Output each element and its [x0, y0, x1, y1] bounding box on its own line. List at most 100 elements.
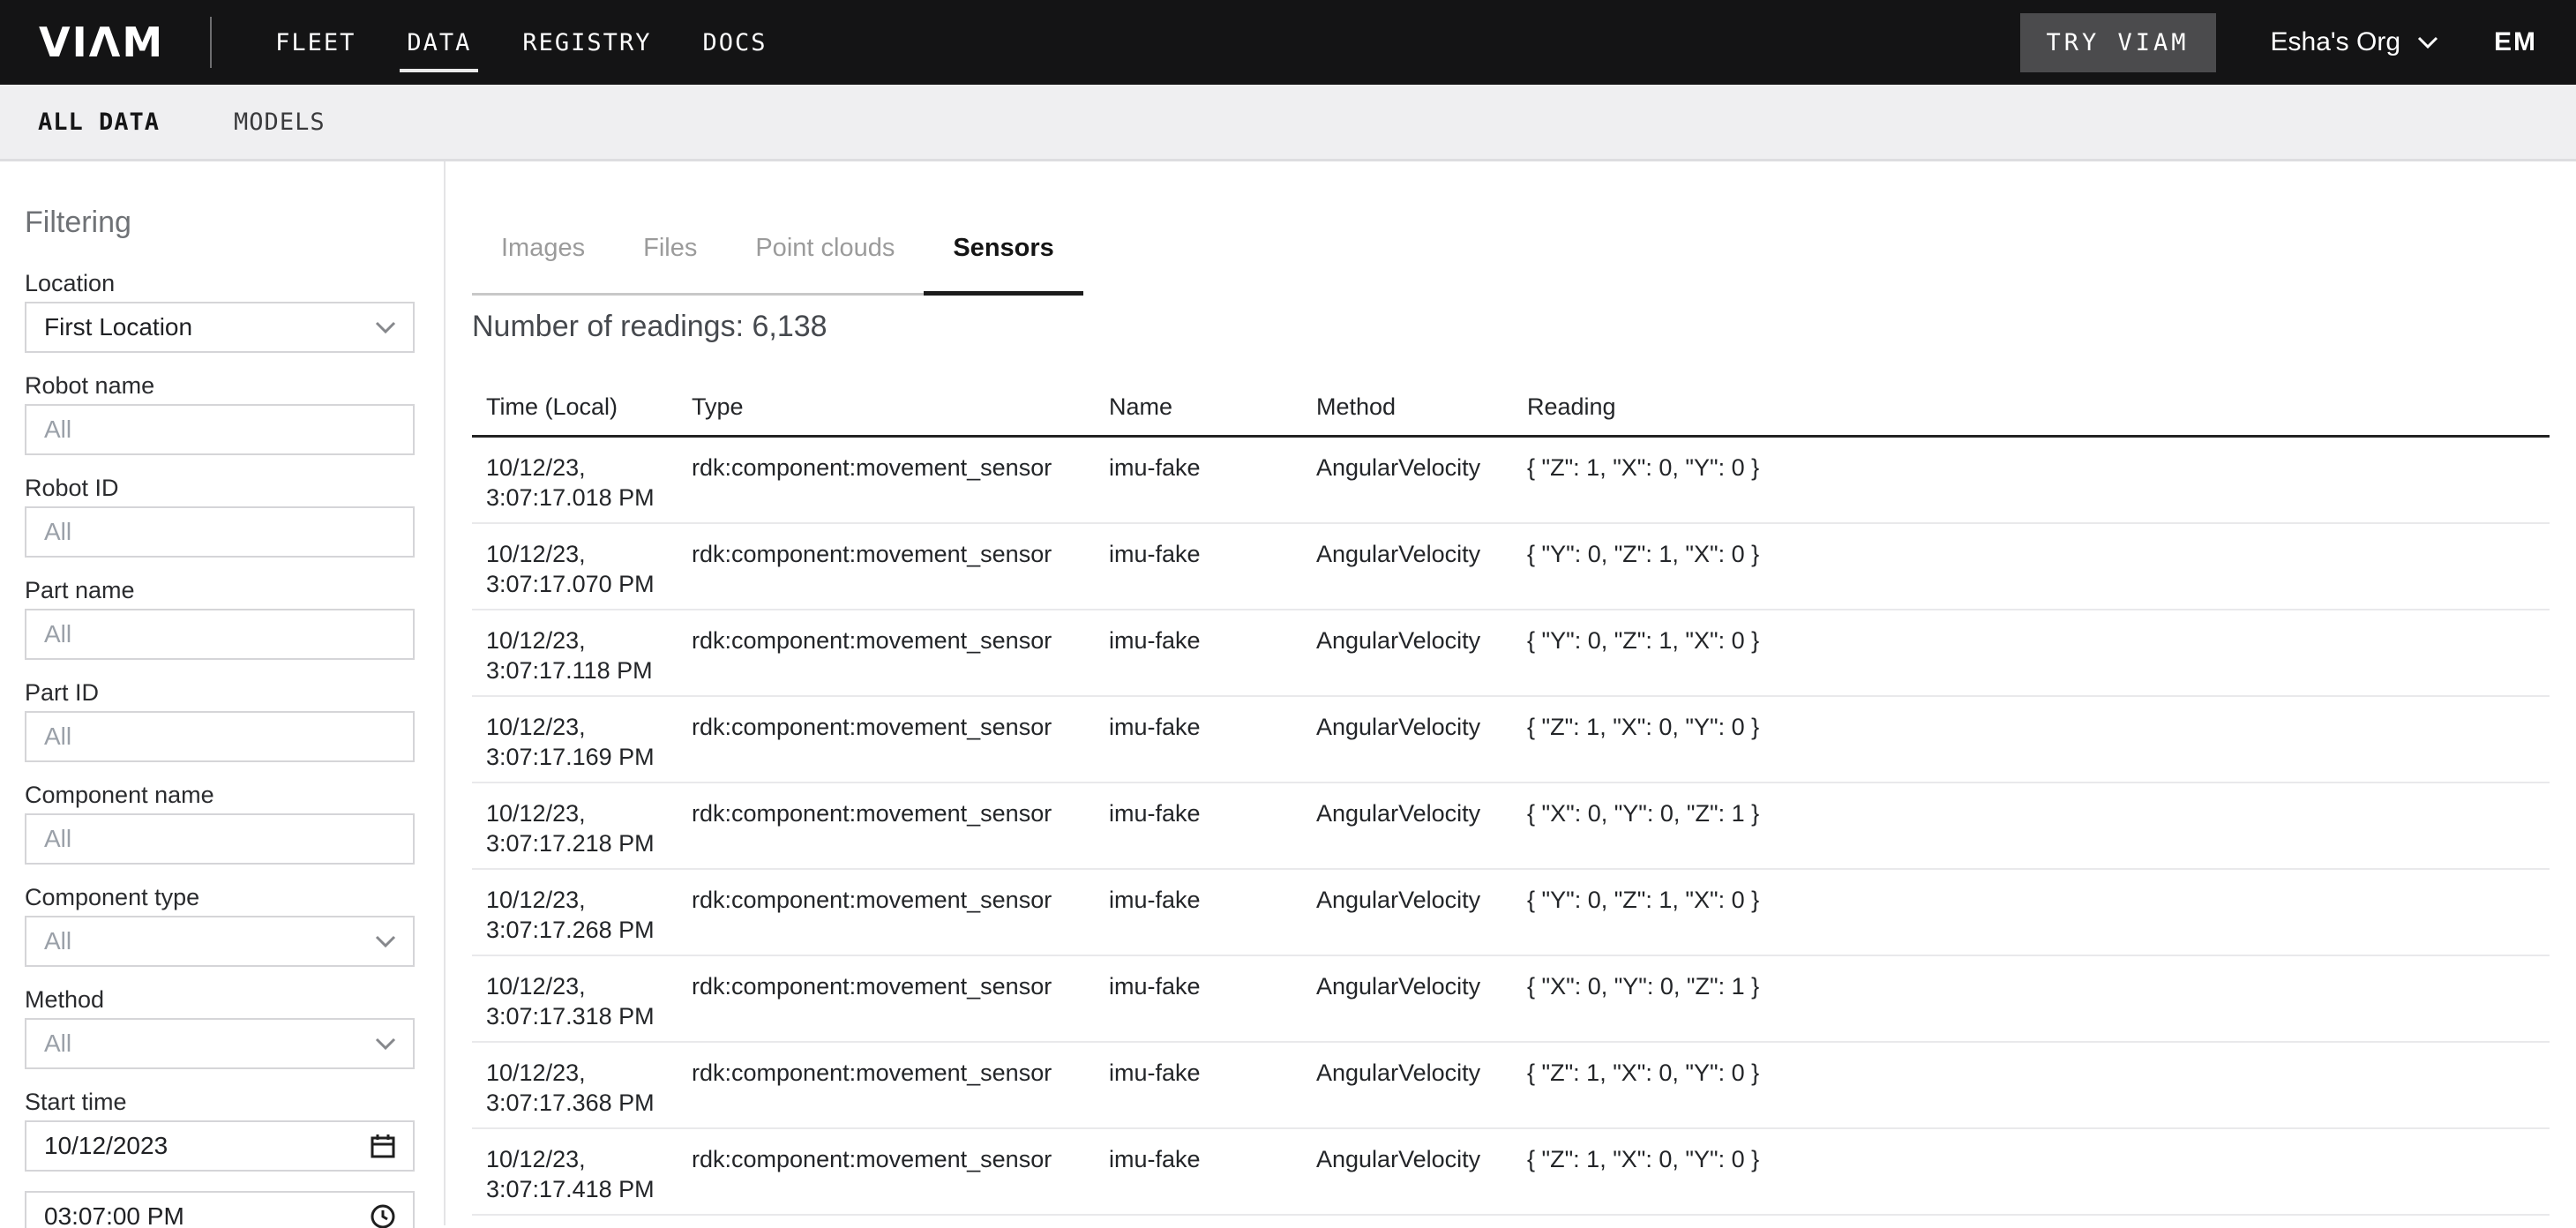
cell-reading: { "X": 0, "Y": 0, "Z": 1 } [1527, 971, 2550, 1041]
table-column-header: Time (Local) [472, 393, 692, 421]
org-switcher[interactable]: Esha's Org [2271, 27, 2439, 57]
main-layout: Filtering Location First Location Robot … [0, 161, 2576, 1225]
data-type-tab[interactable]: Files [614, 234, 726, 293]
cell-type: rdk:component:movement_sensor [692, 539, 1109, 609]
filter-field: Robot name [25, 372, 415, 455]
filter-field-label: Start time [25, 1089, 415, 1115]
cell-name: imu-fake [1109, 625, 1316, 695]
cell-time: 10/12/23, 3:07:17.218 PM [472, 798, 692, 868]
table-row: 10/12/23, 3:07:17.268 PM rdk:component:m… [472, 870, 2550, 956]
cell-method: AngularVelocity [1316, 798, 1527, 868]
nav-link[interactable]: FLEET [275, 29, 356, 56]
filter-select[interactable]: First Location [25, 302, 415, 353]
cell-name: imu-fake [1109, 1058, 1316, 1127]
cell-reading: { "Z": 1, "X": 0, "Y": 0 } [1527, 712, 2550, 782]
table-row: 10/12/23, 3:07:17.018 PM rdk:component:m… [472, 438, 2550, 524]
filter-field: Part name [25, 577, 415, 660]
filter-field: 03:07:00 PM [25, 1191, 415, 1228]
filter-text-input[interactable] [25, 506, 415, 558]
try-viam-button[interactable]: TRY VIAM [2020, 13, 2216, 72]
data-type-tabs: ImagesFilesPoint cloudsSensors [472, 234, 1083, 296]
filter-select-value: All [44, 927, 71, 955]
cell-type: rdk:component:movement_sensor [692, 971, 1109, 1041]
cell-type: rdk:component:movement_sensor [692, 798, 1109, 868]
filter-field-label: Part name [25, 577, 415, 603]
nav-link[interactable]: DOCS [702, 29, 767, 56]
table-row: 10/12/23, 3:07:17.118 PM rdk:component:m… [472, 610, 2550, 697]
filter-text-input[interactable] [25, 609, 415, 660]
start-date-input[interactable]: 10/12/2023 [25, 1120, 415, 1172]
filter-field: Method All [25, 986, 415, 1069]
table-column-header: Method [1316, 393, 1527, 421]
cell-time: 10/12/23, 3:07:17.268 PM [472, 885, 692, 955]
data-type-tab[interactable]: Point clouds [726, 234, 924, 293]
cell-name: imu-fake [1109, 539, 1316, 609]
org-name: Esha's Org [2271, 27, 2400, 57]
sensor-readings-table: Time (Local)TypeNameMethodReading 10/12/… [472, 393, 2550, 1216]
sidebar-title: Filtering [25, 206, 415, 240]
filter-field-label: Part ID [25, 679, 415, 706]
filter-field-label: Robot name [25, 372, 415, 399]
readings-label: Number of readings: [472, 310, 744, 343]
cell-method: AngularVelocity [1316, 1058, 1527, 1127]
filter-field: Component type All [25, 884, 415, 967]
chevron-down-icon [2416, 35, 2439, 49]
cell-reading: { "Z": 1, "X": 0, "Y": 0 } [1527, 453, 2550, 522]
filter-text-input[interactable] [25, 813, 415, 865]
cell-time: 10/12/23, 3:07:17.070 PM [472, 539, 692, 609]
filter-select[interactable]: All [25, 916, 415, 967]
data-content: ImagesFilesPoint cloudsSensors Number of… [446, 161, 2576, 1225]
cell-time: 10/12/23, 3:07:17.368 PM [472, 1058, 692, 1127]
calendar-icon [369, 1132, 397, 1160]
filter-text-input[interactable] [25, 404, 415, 455]
table-row: 10/12/23, 3:07:17.218 PM rdk:component:m… [472, 783, 2550, 870]
navbar-right: TRY VIAM Esha's Org EM [2020, 13, 2538, 72]
cell-method: AngularVelocity [1316, 971, 1527, 1041]
cell-time: 10/12/23, 3:07:17.169 PM [472, 712, 692, 782]
cell-method: AngularVelocity [1316, 885, 1527, 955]
nav-link[interactable]: REGISTRY [522, 29, 651, 56]
filter-field-label: Component type [25, 884, 415, 910]
cell-type: rdk:component:movement_sensor [692, 453, 1109, 522]
table-row: 10/12/23, 3:07:17.418 PM rdk:component:m… [472, 1129, 2550, 1216]
subnav-tab[interactable]: MODELS [234, 109, 326, 136]
filter-field-label: Method [25, 986, 415, 1013]
data-type-tab[interactable]: Images [472, 234, 614, 293]
filter-select-value: All [44, 1030, 71, 1058]
filter-select[interactable]: All [25, 1018, 415, 1069]
cell-reading: { "Y": 0, "Z": 1, "X": 0 } [1527, 625, 2550, 695]
start-time-value: 03:07:00 PM [44, 1202, 184, 1228]
table-row: 10/12/23, 3:07:17.169 PM rdk:component:m… [472, 697, 2550, 783]
cell-type: rdk:component:movement_sensor [692, 885, 1109, 955]
cell-name: imu-fake [1109, 712, 1316, 782]
cell-name: imu-fake [1109, 971, 1316, 1041]
cell-reading: { "Z": 1, "X": 0, "Y": 0 } [1527, 1144, 2550, 1214]
chevron-down-icon [374, 934, 397, 948]
avatar[interactable]: EM [2494, 27, 2537, 57]
cell-time: 10/12/23, 3:07:17.318 PM [472, 971, 692, 1041]
start-time-input[interactable]: 03:07:00 PM [25, 1191, 415, 1228]
filter-field: Start time 10/12/2023 [25, 1089, 415, 1172]
viam-logo[interactable]: VIΛM [39, 19, 164, 66]
table-column-header: Type [692, 393, 1109, 421]
cell-method: AngularVelocity [1316, 539, 1527, 609]
cell-reading: { "Z": 1, "X": 0, "Y": 0 } [1527, 1058, 2550, 1127]
table-row: 10/12/23, 3:07:17.318 PM rdk:component:m… [472, 956, 2550, 1043]
readings-count-line: Number of readings: 6,138 [472, 310, 2550, 344]
data-type-tab[interactable]: Sensors [924, 234, 1082, 293]
cell-method: AngularVelocity [1316, 712, 1527, 782]
cell-reading: { "Y": 0, "Z": 1, "X": 0 } [1527, 885, 2550, 955]
navbar-divider [210, 17, 212, 68]
top-navbar: VIΛM FLEET DATA REGISTRY DOCS TRY VIAM Esha… [0, 0, 2576, 85]
cell-type: rdk:component:movement_sensor [692, 625, 1109, 695]
nav-link[interactable]: DATA [407, 29, 471, 56]
chevron-down-icon [374, 320, 397, 334]
cell-method: AngularVelocity [1316, 1144, 1527, 1214]
cell-time: 10/12/23, 3:07:17.418 PM [472, 1144, 692, 1214]
table-row: 10/12/23, 3:07:17.368 PM rdk:component:m… [472, 1043, 2550, 1129]
table-column-header: Name [1109, 393, 1316, 421]
filter-text-input[interactable] [25, 711, 415, 762]
cell-method: AngularVelocity [1316, 625, 1527, 695]
subnav-tab[interactable]: ALL DATA [38, 109, 160, 136]
cell-method: AngularVelocity [1316, 453, 1527, 522]
